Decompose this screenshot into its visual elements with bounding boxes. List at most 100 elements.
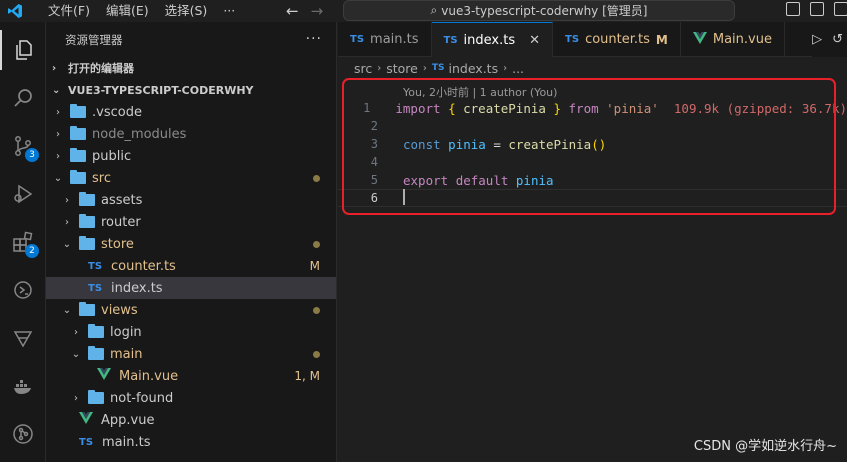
remote-icon[interactable] — [0, 270, 46, 310]
tab-counter-ts[interactable]: TS counter.ts M — [553, 22, 681, 57]
extensions-icon[interactable]: 2 — [0, 222, 46, 262]
toggle-sidebar-icon[interactable] — [786, 2, 800, 16]
file-tree: › .vscode › node_modules › public ⌄ src › assets ›… — [46, 101, 336, 453]
folder-icon — [88, 324, 104, 338]
tree-item-login[interactable]: › login — [46, 321, 336, 343]
gitlens-icon[interactable] — [0, 318, 46, 358]
tree-item-label: assets — [101, 192, 143, 208]
breadcrumb-more[interactable]: ... — [512, 61, 524, 76]
chevron-right-icon: › — [377, 62, 382, 74]
breadcrumb-store[interactable]: store — [386, 61, 418, 76]
source-control-badge: 3 — [25, 148, 39, 162]
vue-file-icon — [692, 31, 707, 48]
tab-label: counter.ts — [585, 32, 650, 47]
project-label: VUE3-TYPESCRIPT-CODERWHY — [68, 83, 254, 97]
vue-file-icon — [97, 368, 113, 384]
menu-more[interactable]: ··· — [215, 0, 243, 22]
tab-label: main.ts — [370, 32, 419, 47]
project-section[interactable]: ⌄ VUE3-TYPESCRIPT-CODERWHY — [46, 79, 336, 101]
tree-item-views[interactable]: ⌄ views — [46, 299, 336, 321]
editor-tabs: TS main.ts TS index.ts ✕ TS counter.ts M Main.vu… — [338, 22, 847, 57]
layout-controls — [786, 2, 847, 16]
breadcrumb: src › store › TS index.ts › ... — [338, 57, 847, 79]
tree-item-index-ts[interactable]: TS index.ts — [46, 277, 336, 299]
toggle-secondary-sidebar-icon[interactable] — [834, 2, 847, 16]
tree-item-store[interactable]: ⌄ store — [46, 233, 336, 255]
git-graph-icon[interactable] — [0, 414, 46, 454]
docker-icon[interactable] — [0, 366, 46, 406]
typescript-file-icon: TS — [88, 282, 103, 294]
editor-actions: ▷ ↺ — [812, 22, 847, 57]
git-status-badge: M — [655, 32, 668, 47]
tab-main-vue[interactable]: Main.vue — [681, 22, 785, 57]
breadcrumb-file[interactable]: index.ts — [449, 61, 499, 76]
tab-label: Main.vue — [712, 32, 772, 47]
tab-index-ts[interactable]: TS index.ts ✕ — [431, 22, 554, 57]
tree-item-label: counter.ts — [111, 258, 176, 274]
chevron-right-icon: › — [56, 106, 60, 118]
chevron-right-icon: › — [503, 62, 508, 74]
extensions-badge: 2 — [25, 244, 39, 258]
git-status-badge: 1, M — [294, 369, 320, 383]
tree-item-main-vue[interactable]: Main.vue 1, M — [46, 365, 336, 387]
command-center-label: vue3-typescript-coderwhy [管理员] — [441, 4, 648, 18]
modified-dot-icon — [313, 240, 320, 248]
chevron-down-icon: ⌄ — [52, 84, 61, 96]
folder-icon — [70, 170, 86, 184]
run-debug-icon[interactable] — [0, 174, 46, 214]
tree-item-label: views — [101, 302, 138, 318]
close-icon[interactable]: ✕ — [529, 33, 540, 48]
folder-icon — [79, 214, 95, 228]
chevron-right-icon: › — [65, 216, 69, 228]
folder-icon — [70, 148, 86, 162]
chevron-right-icon: › — [422, 62, 427, 74]
tree-item-not-found[interactable]: › not-found — [46, 387, 336, 409]
explorer-icon[interactable] — [0, 30, 46, 70]
more-actions-icon[interactable]: ··· — [306, 31, 322, 47]
tree-item-public[interactable]: › public — [46, 145, 336, 167]
tree-item-label: router — [101, 214, 141, 230]
vue-file-icon — [79, 412, 95, 428]
open-editors-section[interactable]: › 打开的编辑器 — [46, 57, 336, 79]
tree-item-node-modules[interactable]: › node_modules — [46, 123, 336, 145]
annotation-highlight-box — [342, 78, 836, 215]
tree-item-label: App.vue — [101, 412, 155, 428]
chevron-right-icon: › — [74, 326, 78, 338]
tree-item-src[interactable]: ⌄ src — [46, 167, 336, 189]
tree-item-app-vue[interactable]: App.vue — [46, 409, 336, 431]
modified-dot-icon — [313, 350, 320, 358]
tree-item-vscode[interactable]: › .vscode — [46, 101, 336, 123]
menu-edit[interactable]: 编辑(E) — [98, 0, 157, 22]
menu-file[interactable]: 文件(F) — [40, 0, 98, 22]
tree-item-label: index.ts — [111, 280, 163, 296]
breadcrumb-src[interactable]: src — [354, 61, 372, 76]
chevron-right-icon: › — [56, 128, 60, 140]
tree-item-main[interactable]: ⌄ main — [46, 343, 336, 365]
modified-dot-icon — [313, 306, 320, 314]
vscode-logo-icon[interactable] — [0, 0, 30, 22]
typescript-file-icon: TS — [350, 34, 365, 45]
tree-item-assets[interactable]: › assets — [46, 189, 336, 211]
forward-arrow-icon[interactable]: → — [311, 2, 324, 20]
tree-item-label: .vscode — [92, 104, 142, 120]
source-control-icon[interactable]: 3 — [0, 126, 46, 166]
tab-main-ts[interactable]: TS main.ts — [338, 22, 432, 57]
tree-item-main-ts[interactable]: TS main.ts — [46, 431, 336, 453]
command-center[interactable]: ⌕ vue3-typescript-coderwhy [管理员] — [343, 0, 735, 21]
typescript-file-icon: TS — [443, 34, 458, 46]
watermark: CSDN @学如逆水行舟~ — [693, 439, 837, 454]
editor-area: TS main.ts TS index.ts ✕ TS counter.ts M Main.vu… — [338, 22, 847, 462]
toggle-panel-icon[interactable] — [810, 2, 824, 16]
tree-item-router[interactable]: › router — [46, 211, 336, 233]
folder-icon — [79, 236, 95, 250]
timeline-icon[interactable]: ↺ — [832, 32, 843, 47]
tree-item-counter-ts[interactable]: TS counter.ts M — [46, 255, 336, 277]
back-arrow-icon[interactable]: ← — [286, 2, 299, 20]
nav-arrows: ← → — [286, 0, 323, 22]
run-icon[interactable]: ▷ — [812, 32, 822, 47]
activity-bar: 3 2 — [0, 22, 46, 462]
menu-selection[interactable]: 选择(S) — [157, 0, 216, 22]
tree-item-label: public — [92, 148, 132, 164]
tab-label: index.ts — [463, 32, 516, 48]
search-icon[interactable] — [0, 78, 46, 118]
